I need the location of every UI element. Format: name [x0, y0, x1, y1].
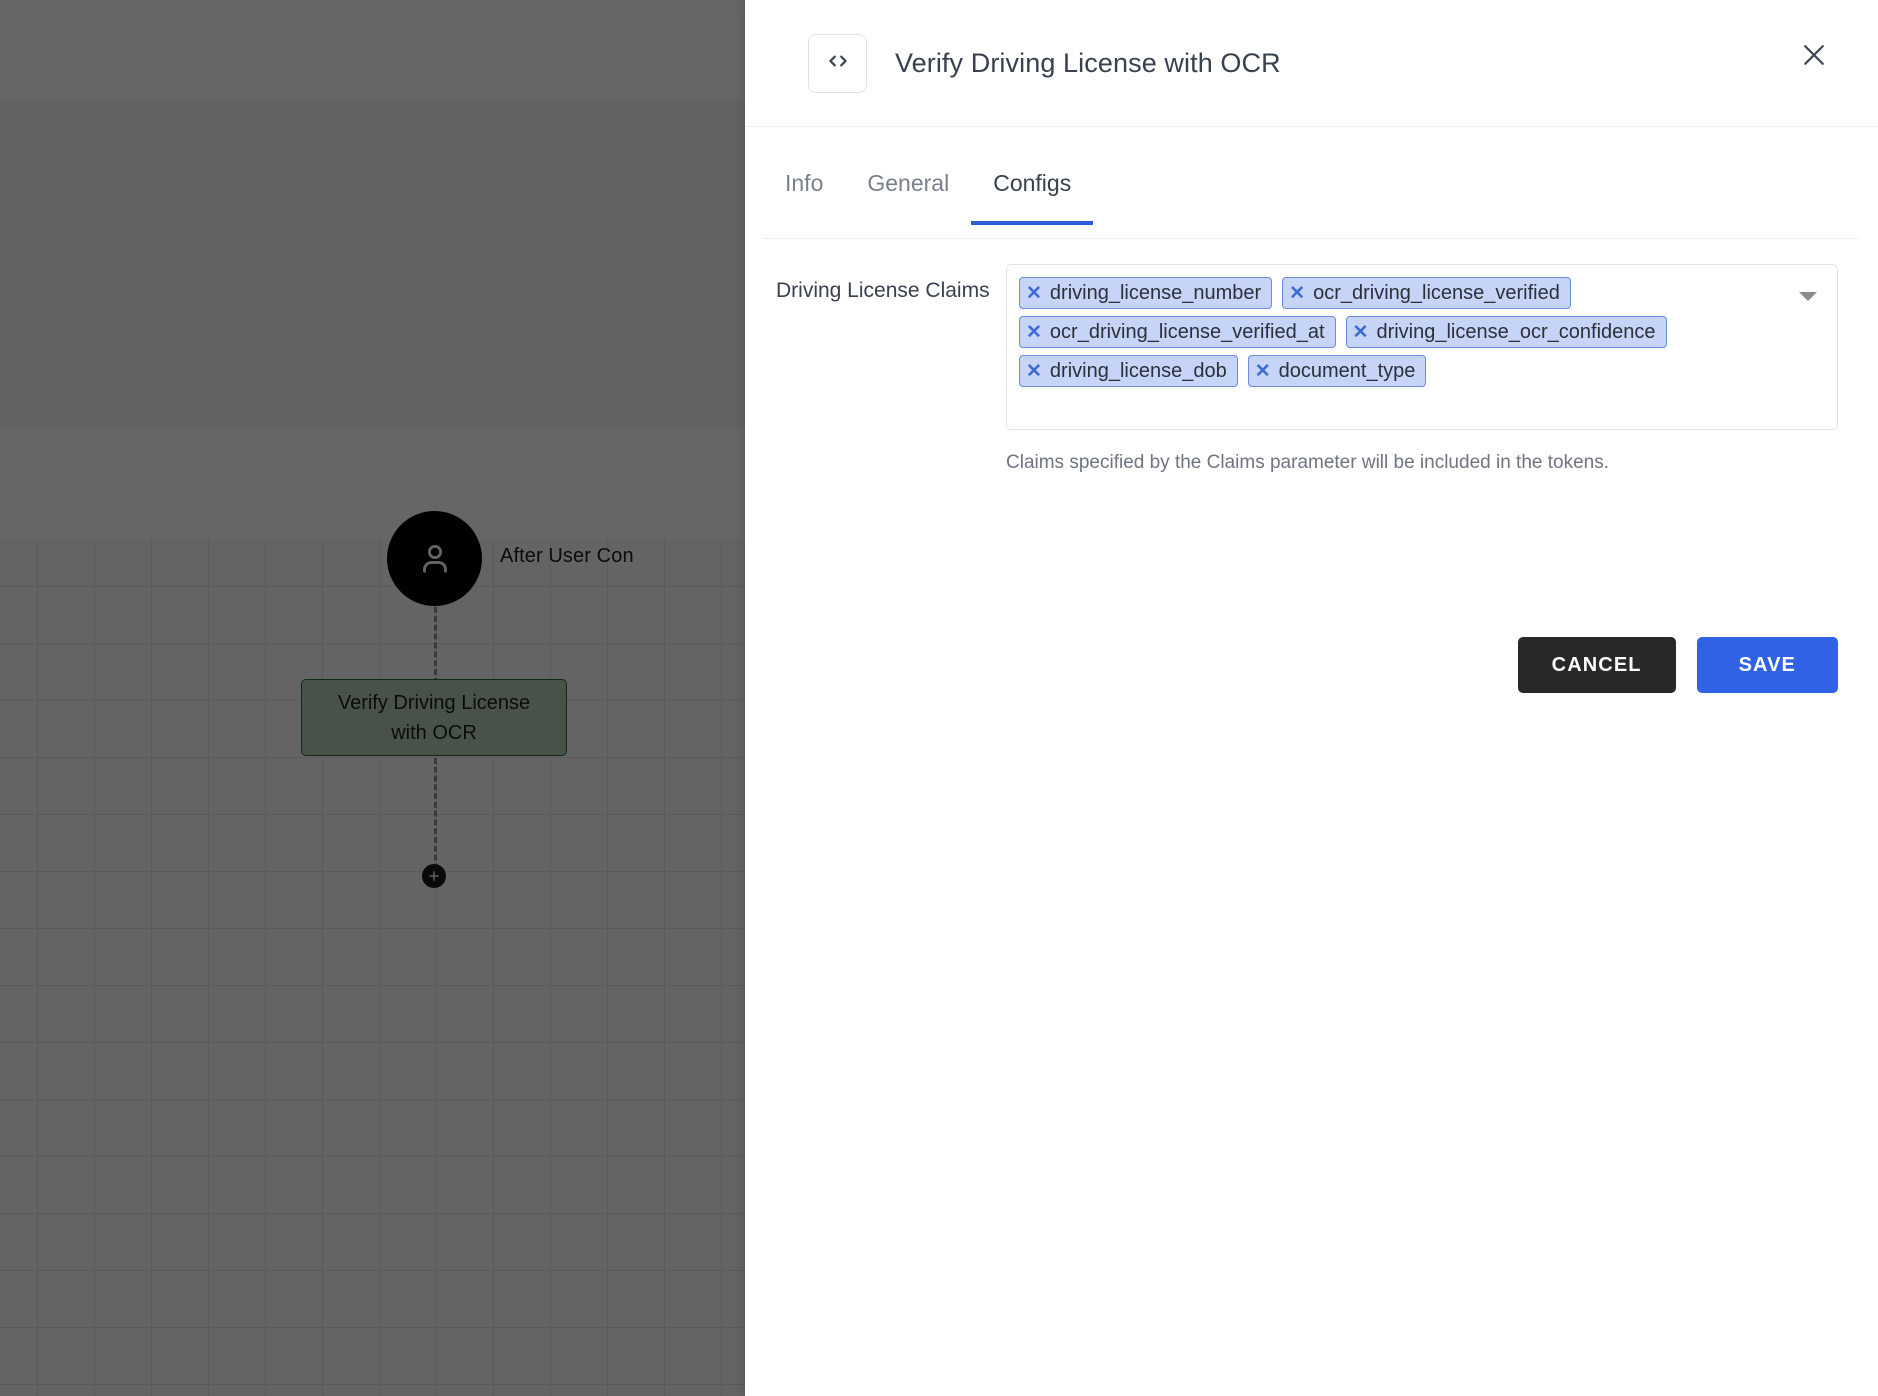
canvas-band-middle	[0, 98, 745, 428]
chip-remove-icon[interactable]: ✕	[1289, 284, 1305, 303]
claim-chip[interactable]: ✕ driving_license_dob	[1019, 355, 1238, 387]
tab-info-label: Info	[785, 170, 824, 196]
chip-label: driving_license_ocr_confidence	[1376, 320, 1656, 343]
driving-license-claims-row: Driving License Claims ✕ driving_license_…	[745, 264, 1878, 474]
modal-tabs: Info General Configs	[745, 150, 1878, 240]
chip-remove-icon[interactable]: ✕	[1255, 362, 1271, 381]
chip-remove-icon[interactable]: ✕	[1026, 323, 1042, 342]
chevron-down-icon[interactable]	[1799, 292, 1817, 301]
modal-title: Verify Driving License with OCR	[895, 47, 1281, 78]
claim-chip[interactable]: ✕ driving_license_ocr_confidence	[1345, 316, 1667, 348]
modal-header: Verify Driving License with OCR	[745, 0, 1878, 126]
driving-license-claims-label: Driving License Claims	[776, 279, 990, 302]
claim-chip[interactable]: ✕ driving_license_number	[1019, 277, 1273, 309]
close-icon	[1799, 40, 1829, 75]
chip-remove-icon[interactable]: ✕	[1026, 362, 1042, 381]
flow-node-verify-driving-license[interactable]: Verify Driving License with OCR	[301, 679, 567, 756]
tab-info[interactable]: Info	[763, 150, 845, 225]
save-button[interactable]: SAVE	[1696, 637, 1838, 693]
claim-chip[interactable]: ✕ document_type	[1247, 355, 1427, 387]
modal-header-divider	[745, 126, 1878, 127]
canvas-grid	[0, 540, 745, 1396]
flow-node-label: Verify Driving License with OCR	[337, 691, 531, 744]
chip-label: ocr_driving_license_verified	[1313, 281, 1560, 304]
driving-license-claims-multiselect[interactable]: ✕ driving_license_number ✕ ocr_driving_lice…	[1006, 264, 1838, 430]
configuration-modal: Verify Driving License with OCR Info Gen…	[745, 0, 1878, 1396]
user-icon	[414, 538, 456, 580]
flow-node-user-caption: After User Con	[500, 545, 634, 567]
chip-label: driving_license_number	[1049, 281, 1262, 304]
chip-label: driving_license_dob	[1049, 359, 1227, 382]
tab-configs[interactable]: Configs	[971, 150, 1094, 225]
cancel-button[interactable]: CANCEL	[1517, 637, 1676, 693]
tab-general-label: General	[867, 170, 950, 196]
tab-general[interactable]: General	[845, 150, 971, 225]
app-root: After User Con Verify Driving License wi…	[0, 0, 1878, 1396]
driving-license-claims-field: ✕ driving_license_number ✕ ocr_driving_lice…	[1006, 264, 1838, 474]
chip-remove-icon[interactable]: ✕	[1026, 284, 1042, 303]
claim-chip[interactable]: ✕ ocr_driving_license_verified	[1282, 277, 1571, 309]
flow-node-user[interactable]	[387, 511, 482, 606]
close-button[interactable]	[1790, 33, 1838, 81]
tab-configs-label: Configs	[993, 170, 1072, 196]
modal-footer-actions: CANCEL SAVE	[745, 637, 1878, 693]
chip-label: document_type	[1278, 359, 1416, 382]
chip-remove-icon[interactable]: ✕	[1353, 323, 1369, 342]
flow-canvas[interactable]: After User Con Verify Driving License wi…	[0, 0, 745, 1396]
flow-edge-user-to-action	[434, 598, 437, 684]
claims-helper-text: Claims specified by the Claims parameter…	[1006, 452, 1609, 473]
claim-chip[interactable]: ✕ ocr_driving_license_verified_at	[1019, 316, 1336, 348]
code-brackets-icon	[825, 48, 851, 79]
code-brackets-badge	[808, 33, 867, 93]
flow-edge-action-to-add	[434, 758, 437, 878]
plus-icon	[427, 869, 441, 883]
canvas-band-bottom	[0, 428, 745, 540]
canvas-band-top	[0, 0, 745, 98]
tabs-underline	[763, 238, 1858, 239]
chip-label: ocr_driving_license_verified_at	[1049, 320, 1325, 343]
add-node-button[interactable]	[422, 864, 446, 888]
